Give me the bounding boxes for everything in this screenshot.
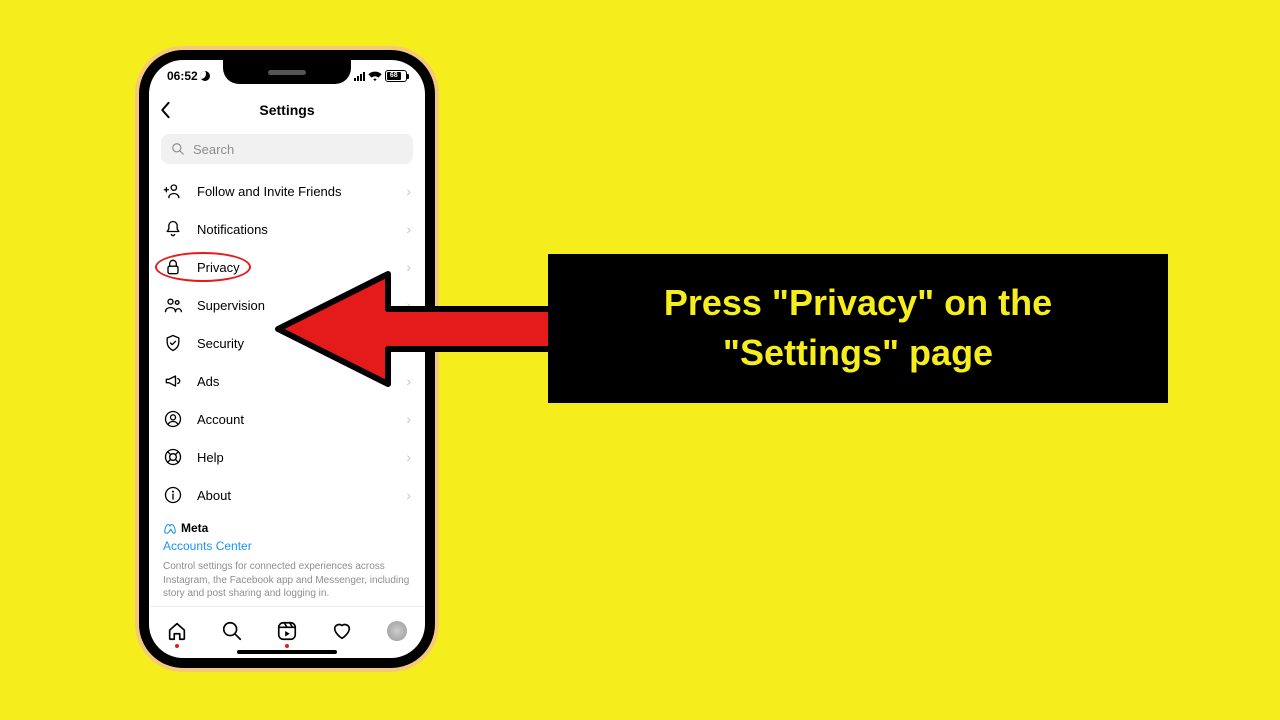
settings-row-security[interactable]: Security › (149, 324, 425, 362)
page-title: Settings (259, 102, 314, 118)
settings-row-help[interactable]: Help › (149, 438, 425, 476)
tab-profile[interactable] (386, 620, 408, 642)
row-label: Privacy (197, 260, 392, 275)
instruction-text: Press "Privacy" on the "Settings" page (664, 282, 1052, 373)
tab-activity[interactable] (331, 620, 353, 642)
tab-home[interactable] (166, 620, 188, 642)
chevron-right-icon: › (406, 449, 411, 465)
settings-list: Follow and Invite Friends › Notification… (149, 172, 425, 606)
search-icon (171, 142, 185, 156)
back-button[interactable] (159, 101, 171, 119)
instruction-callout: Press "Privacy" on the "Settings" page (548, 254, 1168, 403)
chevron-right-icon: › (406, 487, 411, 503)
row-label: Supervision (197, 298, 392, 313)
search-input[interactable]: Search (161, 134, 413, 164)
phone-screen: 06:52 68 Settings Search (149, 60, 425, 658)
chevron-left-icon (159, 101, 171, 119)
row-label: Account (197, 412, 392, 427)
row-label: Security (197, 336, 392, 351)
settings-row-follow-invite[interactable]: Follow and Invite Friends › (149, 172, 425, 210)
chevron-right-icon: › (406, 335, 411, 351)
row-label: Help (197, 450, 392, 465)
settings-row-privacy[interactable]: Privacy › (149, 248, 425, 286)
heart-icon (331, 620, 353, 642)
phone-notch (223, 60, 351, 84)
reels-icon (276, 620, 298, 642)
do-not-disturb-icon (200, 71, 210, 81)
people-icon (163, 295, 183, 315)
accounts-center-link[interactable]: Accounts Center (163, 538, 411, 554)
tab-reels[interactable] (276, 620, 298, 642)
chevron-right-icon: › (406, 221, 411, 237)
search-icon (221, 620, 243, 642)
bottom-tab-bar (149, 606, 425, 658)
settings-row-supervision[interactable]: Supervision › (149, 286, 425, 324)
lock-icon (163, 257, 183, 277)
search-placeholder: Search (193, 142, 234, 157)
meta-logo-icon (163, 521, 177, 535)
add-person-icon (163, 181, 183, 201)
person-circle-icon (163, 409, 183, 429)
shield-icon (163, 333, 183, 353)
megaphone-icon (163, 371, 183, 391)
phone-frame: 06:52 68 Settings Search (135, 46, 439, 672)
meta-description: Control settings for connected experienc… (163, 560, 411, 601)
notification-dot (175, 644, 179, 648)
wifi-icon (368, 71, 382, 81)
settings-row-account[interactable]: Account › (149, 400, 425, 438)
chevron-right-icon: › (406, 297, 411, 313)
nav-bar: Settings (149, 92, 425, 128)
battery-icon: 68 (385, 70, 407, 82)
phone-bezel: 06:52 68 Settings Search (139, 50, 435, 668)
row-label: About (197, 488, 392, 503)
profile-avatar-icon (387, 621, 407, 641)
cellular-signal-icon (354, 71, 365, 81)
notification-dot (285, 644, 289, 648)
bell-icon (163, 219, 183, 239)
home-indicator (237, 650, 337, 654)
home-icon (166, 620, 188, 642)
tab-search[interactable] (221, 620, 243, 642)
chevron-right-icon: › (406, 373, 411, 389)
settings-row-notifications[interactable]: Notifications › (149, 210, 425, 248)
meta-brand-label: Meta (181, 520, 208, 536)
settings-row-about[interactable]: About › (149, 476, 425, 514)
chevron-right-icon: › (406, 411, 411, 427)
lifebuoy-icon (163, 447, 183, 467)
row-label: Ads (197, 374, 392, 389)
meta-section: Meta Accounts Center Control settings fo… (149, 514, 425, 601)
settings-row-ads[interactable]: Ads › (149, 362, 425, 400)
chevron-right-icon: › (406, 259, 411, 275)
chevron-right-icon: › (406, 183, 411, 199)
status-time: 06:52 (167, 69, 198, 83)
row-label: Follow and Invite Friends (197, 184, 392, 199)
info-icon (163, 485, 183, 505)
row-label: Notifications (197, 222, 392, 237)
